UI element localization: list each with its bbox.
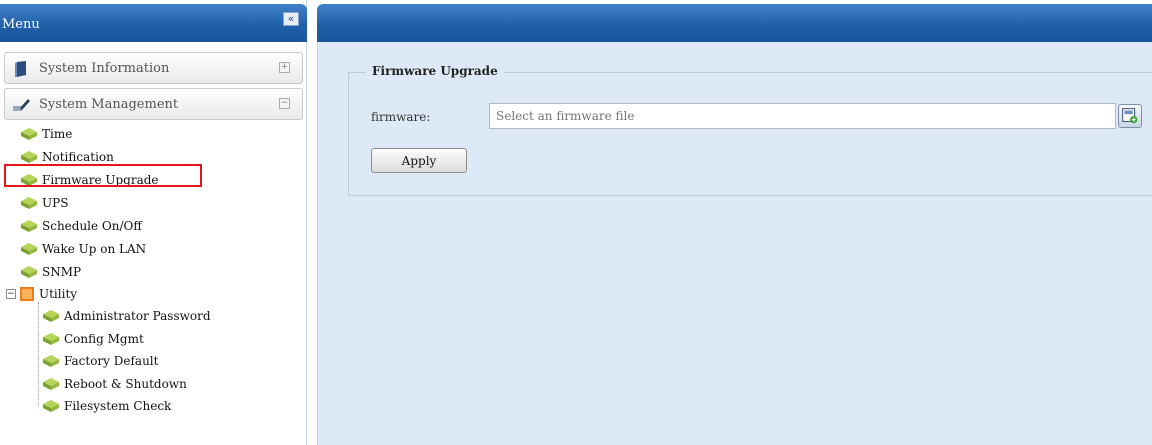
menu-item-wake-up-on-lan[interactable]: Wake Up on LAN <box>20 239 146 259</box>
menu-item-factory-default[interactable]: Factory Default <box>42 351 158 371</box>
menu-item-label: Notification <box>42 150 114 164</box>
wrench-icon <box>13 99 30 111</box>
leaf-icon <box>21 128 37 140</box>
firmware-file-input[interactable] <box>489 103 1116 129</box>
menu-item-reboot-shutdown[interactable]: Reboot & Shutdown <box>42 374 187 394</box>
menu-item-label: Firmware Upgrade <box>42 173 159 187</box>
leaf-icon <box>21 174 37 186</box>
tree-collapse-icon[interactable]: − <box>6 289 16 299</box>
menu-item-label: SNMP <box>42 265 82 279</box>
menu-item-label: Utility <box>39 287 78 301</box>
menu-item-label: Reboot & Shutdown <box>64 377 187 391</box>
menu-item-schedule-on-off[interactable]: Schedule On/Off <box>20 216 142 236</box>
expand-icon[interactable]: + <box>279 62 290 73</box>
accordion-label: System Management <box>39 97 179 112</box>
leaf-icon <box>21 151 37 163</box>
menu-item-label: Config Mgmt <box>64 332 144 346</box>
firmware-upgrade-fieldset <box>348 72 1152 196</box>
collapse-menu-button[interactable]: « <box>283 12 299 26</box>
leaf-icon <box>43 310 59 322</box>
menu-item-label: UPS <box>42 196 69 210</box>
accordion-system-management[interactable]: System Management − <box>4 88 303 120</box>
menu-folder-utility[interactable]: − Utility <box>6 284 77 304</box>
browse-file-button[interactable] <box>1118 104 1142 128</box>
book-icon <box>15 61 26 77</box>
firmware-label: firmware: <box>371 110 431 124</box>
content-header <box>317 4 1152 42</box>
menu-item-label: Administrator Password <box>64 309 211 323</box>
accordion-system-information[interactable]: System Information + <box>4 52 303 84</box>
menu-item-label: Filesystem Check <box>64 399 172 413</box>
leaf-icon <box>21 220 37 232</box>
tree-connector <box>38 302 39 406</box>
menu-item-notification[interactable]: Notification <box>20 147 114 167</box>
collapse-icon[interactable]: − <box>279 98 290 109</box>
menu-item-firmware-upgrade[interactable]: Firmware Upgrade <box>20 170 159 190</box>
leaf-icon <box>21 197 37 209</box>
menu-item-label: Time <box>42 127 73 141</box>
leaf-icon <box>43 400 59 412</box>
menu-item-label: Factory Default <box>64 354 159 368</box>
menu-panel: Menu « System Information + System Manag… <box>0 0 307 445</box>
leaf-icon <box>21 266 37 278</box>
leaf-icon <box>43 355 59 367</box>
leaf-icon <box>21 243 37 255</box>
menu-item-filesystem-check[interactable]: Filesystem Check <box>42 396 171 416</box>
menu-item-administrator-password[interactable]: Administrator Password <box>42 306 211 326</box>
browse-file-icon <box>1122 108 1138 124</box>
folder-icon <box>20 287 34 301</box>
apply-button[interactable]: Apply <box>371 148 467 173</box>
menu-item-ups[interactable]: UPS <box>20 193 68 213</box>
leaf-icon <box>43 333 59 345</box>
section-title: Firmware Upgrade <box>366 64 504 78</box>
accordion-label: System Information <box>39 61 170 76</box>
menu-title: Menu <box>2 17 40 32</box>
menu-item-config-mgmt[interactable]: Config Mgmt <box>42 329 144 349</box>
menu-item-label: Wake Up on LAN <box>42 242 147 256</box>
menu-item-time[interactable]: Time <box>20 124 72 144</box>
menu-item-label: Schedule On/Off <box>42 219 142 233</box>
menu-header: Menu « <box>0 4 307 42</box>
menu-item-snmp[interactable]: SNMP <box>20 262 81 282</box>
leaf-icon <box>43 378 59 390</box>
